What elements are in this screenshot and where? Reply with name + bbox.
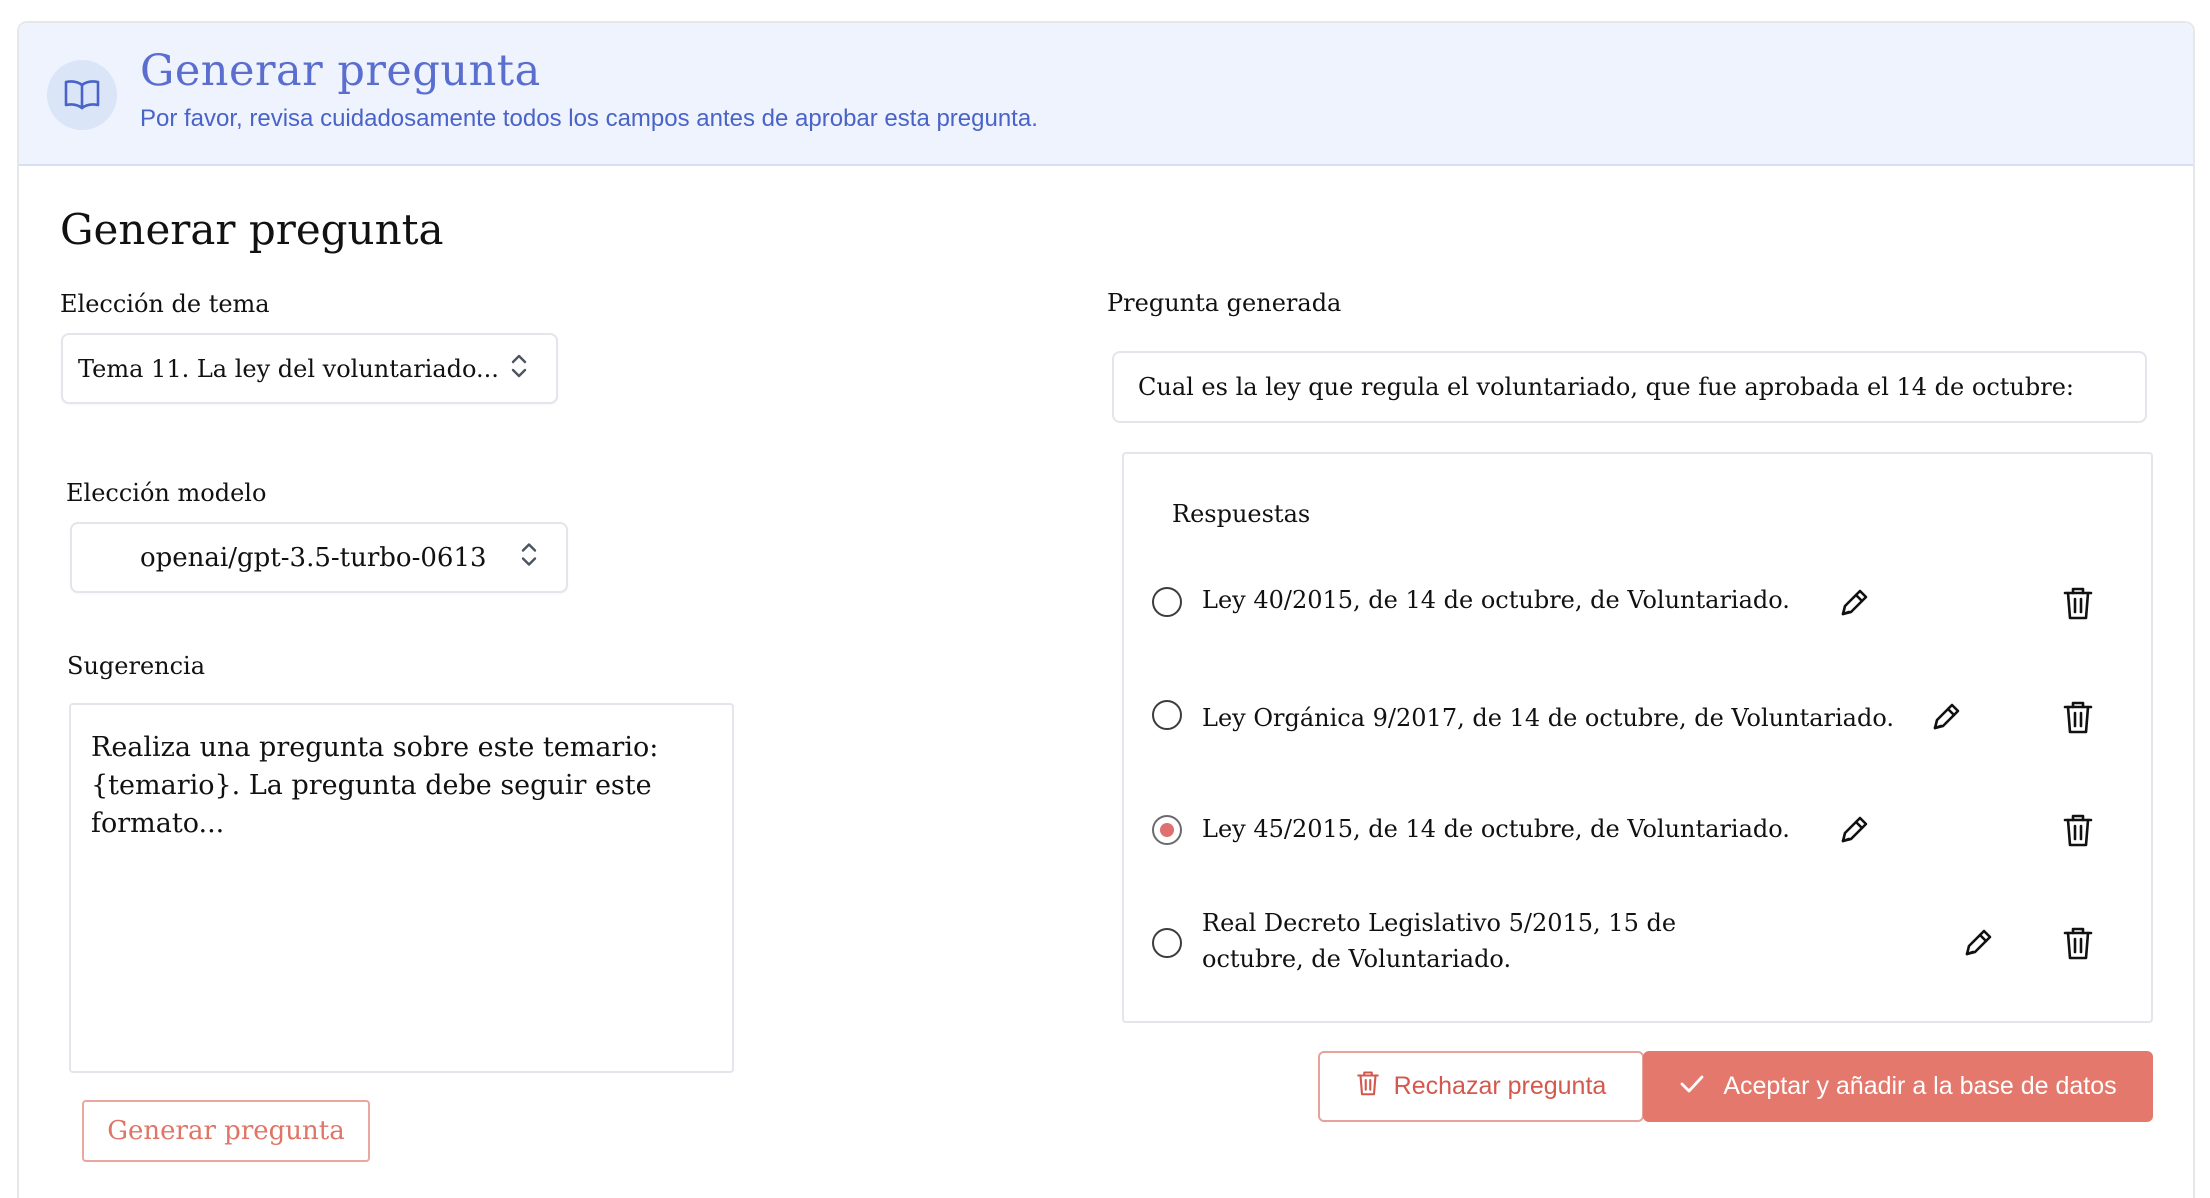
reject-question-button[interactable]: Rechazar pregunta xyxy=(1318,1051,1644,1122)
model-select-value: openai/gpt-3.5-turbo-0613 xyxy=(140,542,487,573)
topic-select[interactable]: Tema 11. La ley del voluntariado... xyxy=(61,333,558,404)
trash-icon[interactable] xyxy=(2058,697,2098,737)
answer-radio[interactable] xyxy=(1152,928,1182,958)
model-label: Elección modelo xyxy=(66,479,267,507)
check-icon xyxy=(1679,1072,1705,1101)
generated-question-field[interactable]: Cual es la ley que regula el voluntariad… xyxy=(1112,351,2147,423)
pencil-icon[interactable] xyxy=(1834,810,1874,850)
answer-radio[interactable] xyxy=(1152,700,1182,730)
chevron-updown-icon xyxy=(520,541,538,574)
pencil-icon[interactable] xyxy=(1926,697,1966,737)
answer-text: Ley 40/2015, de 14 de octubre, de Volunt… xyxy=(1202,586,1790,614)
trash-icon[interactable] xyxy=(2058,810,2098,850)
answer-text: Real Decreto Legislativo 5/2015, 15 de o… xyxy=(1202,909,1677,973)
accept-button-label: Aceptar y añadir a la base de datos xyxy=(1723,1072,2117,1100)
banner-subtitle: Por favor, revisa cuidadosamente todos l… xyxy=(140,105,1038,132)
trash-icon[interactable] xyxy=(2058,583,2098,623)
accept-and-add-button[interactable]: Aceptar y añadir a la base de datos xyxy=(1643,1051,2153,1122)
suggestion-label: Sugerencia xyxy=(67,652,206,680)
suggestion-textarea[interactable]: Realiza una pregunta sobre este temario:… xyxy=(69,703,734,1073)
answer-radio-selected[interactable] xyxy=(1152,815,1182,845)
reject-button-label: Rechazar pregunta xyxy=(1393,1072,1607,1100)
answers-panel: Respuestas Ley 40/2015, de 14 de octubre… xyxy=(1122,452,2153,1023)
info-banner: Generar pregunta Por favor, revisa cuida… xyxy=(19,23,2193,166)
model-select[interactable]: openai/gpt-3.5-turbo-0613 xyxy=(70,522,568,593)
generated-question-text: Cual es la ley que regula el voluntariad… xyxy=(1138,373,2074,401)
generated-question-label: Pregunta generada xyxy=(1107,289,1342,317)
page-title: Generar pregunta xyxy=(60,205,444,254)
book-open-icon xyxy=(47,60,117,130)
answer-text: Ley Orgánica 9/2017, de 14 de octubre, d… xyxy=(1202,704,1894,732)
topic-label: Elección de tema xyxy=(60,290,270,318)
generate-question-button[interactable]: Generar pregunta xyxy=(82,1100,370,1162)
answers-title: Respuestas xyxy=(1172,500,1311,528)
pencil-icon[interactable] xyxy=(1834,583,1874,623)
topic-select-value: Tema 11. La ley del voluntariado... xyxy=(78,354,499,383)
answer-text: Ley 45/2015, de 14 de octubre, de Volunt… xyxy=(1202,815,1790,843)
banner-title: Generar pregunta xyxy=(140,46,541,96)
answer-radio[interactable] xyxy=(1152,587,1182,617)
chevron-updown-icon xyxy=(510,353,528,385)
trash-icon[interactable] xyxy=(2058,923,2098,963)
trash-icon xyxy=(1356,1069,1380,1104)
pencil-icon[interactable] xyxy=(1958,923,1998,963)
